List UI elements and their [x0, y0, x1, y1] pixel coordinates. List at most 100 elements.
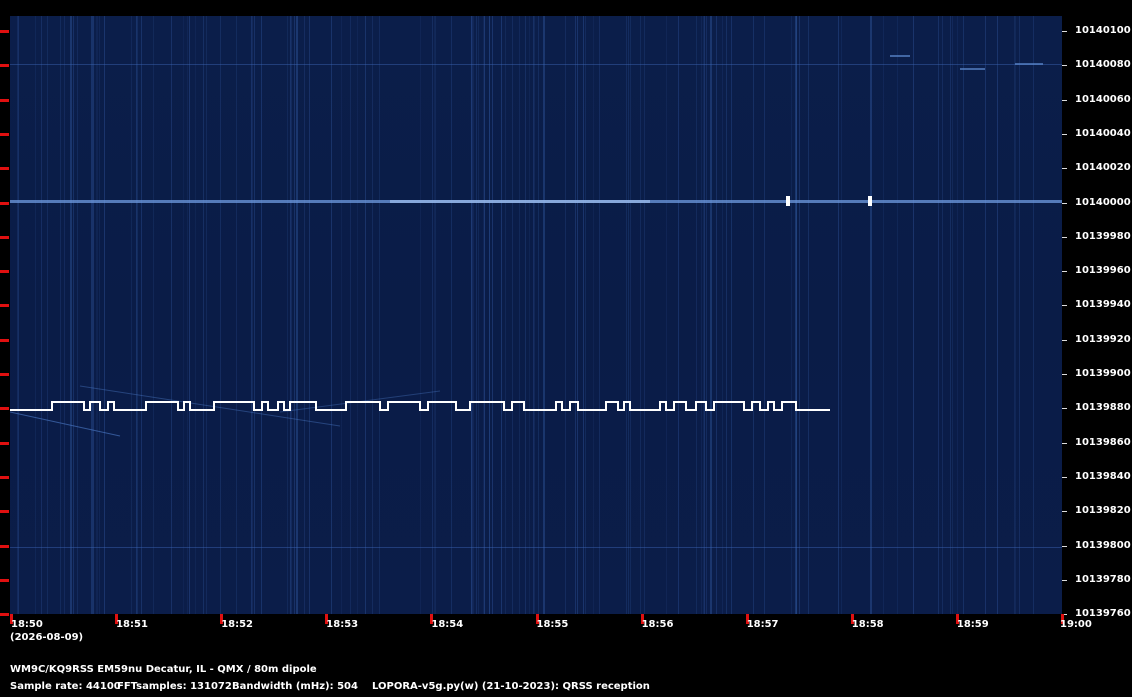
- noise-column: [1033, 16, 1034, 614]
- software-info: LOPORA-v5g.py(w) (21-10-2023): QRSS rece…: [372, 681, 650, 692]
- noise-column: [534, 16, 535, 614]
- frequency-label: 10140000: [1075, 196, 1131, 208]
- noise-column: [478, 16, 479, 614]
- noise-column: [96, 16, 97, 614]
- noise-column: [136, 16, 137, 614]
- noise-column: [942, 16, 943, 614]
- noise-column: [952, 16, 953, 614]
- noise-column: [254, 16, 255, 614]
- frequency-tick: [0, 407, 9, 411]
- noise-column: [91, 16, 92, 614]
- noise-column: [252, 16, 253, 614]
- noise-column: [183, 16, 184, 614]
- frequency-tick: [0, 270, 9, 274]
- noise-column: [764, 16, 765, 614]
- noise-column: [529, 16, 530, 614]
- frequency-label: 10139980: [1075, 230, 1131, 242]
- noise-column: [525, 16, 526, 614]
- frequency-tick: [0, 441, 9, 445]
- noise-column: [722, 16, 723, 614]
- noise-column: [870, 16, 872, 614]
- noise-column: [350, 16, 351, 614]
- noise-column: [18, 16, 19, 614]
- noise-column: [753, 16, 754, 614]
- noise-column: [41, 16, 42, 614]
- frequency-tick-right: [1062, 202, 1067, 204]
- noise-column: [236, 16, 237, 614]
- noise-column: [365, 16, 366, 614]
- noise-column: [957, 16, 958, 614]
- noise-column: [678, 16, 679, 614]
- noise-column: [997, 16, 998, 614]
- frequency-tick-right: [1062, 545, 1067, 547]
- noise-column: [471, 16, 472, 614]
- sample-rate-info: Sample rate: 44100: [10, 681, 121, 692]
- station-info: WM9C/KQ9RSS EM59nu Decatur, IL - QMX / 8…: [10, 664, 317, 675]
- frequency-tick: [0, 510, 9, 514]
- noise-column: [512, 16, 513, 614]
- noise-column: [473, 16, 474, 614]
- frequency-tick: [0, 304, 9, 308]
- frequency-label: 10139960: [1075, 265, 1131, 277]
- noise-column: [799, 16, 800, 614]
- noise-column: [585, 16, 586, 614]
- frequency-tick: [0, 167, 9, 171]
- time-label: 18:50: [11, 619, 43, 630]
- frequency-tick: [0, 132, 9, 136]
- frequency-label: 10139920: [1075, 333, 1131, 345]
- noise-column: [472, 16, 473, 614]
- noise-column: [1015, 16, 1016, 614]
- frequency-label: 10139880: [1075, 402, 1131, 414]
- noise-row: [10, 547, 1062, 548]
- noise-column: [706, 16, 707, 614]
- noise-column: [808, 16, 809, 614]
- frequency-tick: [0, 373, 9, 376]
- noise-column: [489, 16, 490, 614]
- frequency-tick-right: [1062, 408, 1067, 410]
- frequency-tick-right: [1062, 511, 1067, 513]
- time-label: 18:59: [956, 619, 989, 630]
- noise-column: [795, 16, 797, 614]
- noise-column: [97, 16, 98, 614]
- noise-column: [187, 16, 188, 614]
- noise-column: [505, 16, 506, 614]
- frequency-tick-right: [1062, 168, 1067, 170]
- noise-column: [77, 16, 78, 614]
- noise-column: [950, 16, 951, 614]
- frequency-tick-right: [1062, 99, 1067, 101]
- faint-trace: [890, 55, 910, 57]
- frequency-label: 10140060: [1075, 93, 1131, 105]
- noise-column: [533, 16, 534, 614]
- noise-column: [93, 16, 94, 614]
- noise-column: [1014, 16, 1015, 614]
- noise-column: [492, 16, 493, 614]
- noise-column: [261, 16, 262, 614]
- noise-column: [731, 16, 732, 614]
- frequency-tick-right: [1062, 305, 1067, 307]
- noise-column: [938, 16, 939, 614]
- noise-column: [304, 16, 305, 614]
- frequency-label: 10139840: [1075, 470, 1131, 482]
- waterfall-spectrogram: [10, 16, 1062, 614]
- noise-column: [290, 16, 291, 614]
- noise-column: [203, 16, 204, 614]
- noise-column: [726, 16, 727, 614]
- noise-column: [331, 16, 332, 614]
- frequency-tick-right: [1062, 442, 1067, 444]
- carrier-spot: [786, 196, 790, 206]
- noise-column: [35, 16, 36, 614]
- noise-column: [703, 16, 704, 614]
- noise-column: [47, 16, 48, 614]
- frequency-label: 10140100: [1075, 25, 1131, 36]
- frequency-label: 10140080: [1075, 59, 1131, 71]
- noise-column: [131, 16, 132, 614]
- noise-column: [73, 16, 74, 614]
- frequency-tick-right: [1062, 339, 1067, 341]
- noise-column: [153, 16, 154, 614]
- noise-column: [696, 16, 697, 614]
- frequency-tick-right: [1062, 65, 1067, 67]
- time-label: 18:58: [851, 619, 884, 630]
- noise-column: [963, 16, 964, 614]
- noise-column: [357, 16, 358, 614]
- noise-column: [985, 16, 986, 614]
